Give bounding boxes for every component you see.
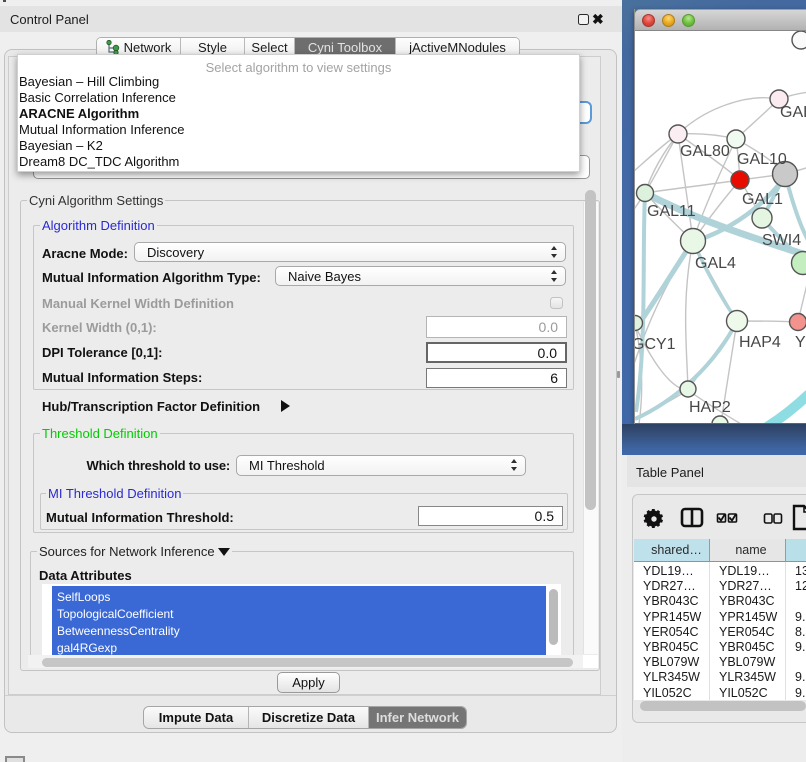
svg-text:GAL4: GAL4 — [695, 255, 736, 272]
svg-text:YD: YD — [795, 334, 806, 351]
svg-text:GAL80: GAL80 — [680, 143, 730, 160]
svg-text:GAL11: GAL11 — [647, 203, 696, 220]
svg-text:HAP2: HAP2 — [689, 399, 731, 416]
svg-text:HAP4: HAP4 — [739, 334, 781, 351]
svg-text:GAL10: GAL10 — [737, 151, 787, 168]
svg-text:GAL1: GAL1 — [742, 191, 783, 208]
svg-text:SWI4: SWI4 — [762, 232, 801, 249]
svg-text:GAL7: GAL7 — [780, 104, 806, 121]
svg-text:GCY1: GCY1 — [635, 336, 676, 353]
